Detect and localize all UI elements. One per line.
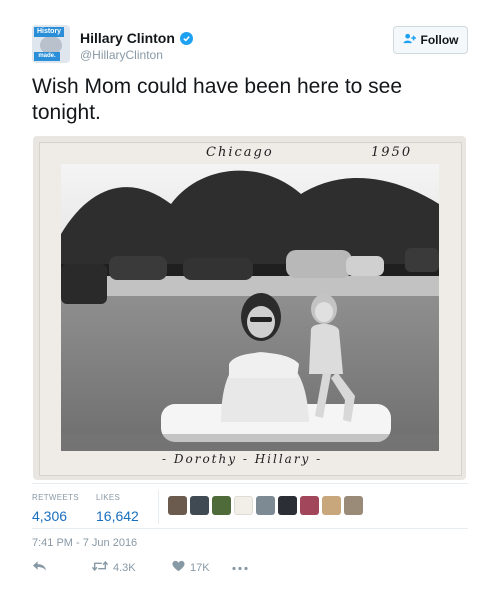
like-button[interactable]: 17K (172, 560, 232, 575)
heart-icon (172, 560, 185, 575)
likes-value: 16,642 (96, 508, 139, 524)
tweet-actions: 4.3K 17K (32, 560, 248, 575)
avatar-badge-bottom: made. (34, 52, 60, 61)
tweet-card: History made. Hillary Clinton @HillaryCl… (0, 0, 499, 600)
tweet-timestamp[interactable]: 7:41 PM - 7 Jun 2016 (32, 537, 137, 549)
retweet-icon (91, 560, 109, 575)
photo-caption-year: 1950 (371, 145, 413, 160)
more-button[interactable] (232, 562, 248, 574)
retweet-count: 4.3K (113, 561, 136, 574)
liker-avatar[interactable] (212, 496, 231, 515)
likes-label: LIKES (96, 493, 121, 502)
liker-avatars (168, 496, 363, 515)
liker-avatar[interactable] (190, 496, 209, 515)
photo-caption-names: - Dorothy - Hillary - (162, 452, 323, 466)
divider-top (32, 483, 468, 484)
author-name-row[interactable]: Hillary Clinton (80, 30, 193, 46)
liker-avatar[interactable] (278, 496, 297, 515)
liker-avatar[interactable] (322, 496, 341, 515)
author-display-name[interactable]: Hillary Clinton (80, 30, 175, 46)
photo-image (61, 164, 439, 451)
liker-avatar[interactable] (300, 496, 319, 515)
avatar-badge-top: History (34, 27, 64, 37)
author-handle[interactable]: @HillaryClinton (80, 48, 163, 62)
reply-button[interactable] (32, 560, 92, 575)
liker-avatar[interactable] (168, 496, 187, 515)
likes-stat[interactable]: LIKES 16,642 (96, 493, 139, 524)
follow-button-label: Follow (420, 33, 459, 47)
avatar[interactable]: History made. (32, 25, 70, 63)
add-user-icon (403, 33, 416, 47)
stats-separator (158, 490, 159, 524)
retweets-value: 4,306 (32, 508, 68, 524)
divider-bottom (32, 528, 468, 529)
tweet-photo[interactable]: Chicago 1950 (33, 136, 466, 480)
liker-avatar[interactable] (344, 496, 363, 515)
like-count: 17K (190, 561, 210, 574)
retweet-button[interactable]: 4.3K (91, 560, 172, 575)
retweets-stat[interactable]: RETWEETS 4,306 (32, 493, 79, 524)
follow-button[interactable]: Follow (393, 26, 468, 54)
photo-caption-place: Chicago (206, 145, 274, 160)
tweet-text: Wish Mom could have been here to see ton… (32, 75, 403, 124)
reply-icon (32, 560, 47, 575)
verified-badge-icon (179, 31, 193, 45)
retweets-label: RETWEETS (32, 493, 79, 502)
liker-avatar[interactable] (256, 496, 275, 515)
liker-avatar[interactable] (234, 496, 253, 515)
more-icon (232, 562, 248, 574)
